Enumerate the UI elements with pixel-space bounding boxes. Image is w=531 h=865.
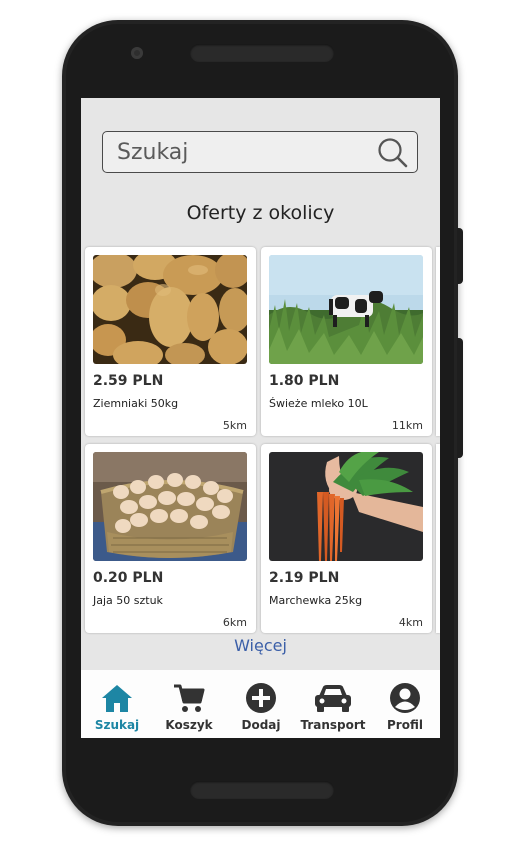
volume-button [457, 338, 463, 458]
potatoes-image [93, 255, 247, 364]
nav-item-add[interactable]: Dodaj [231, 670, 291, 738]
bottom-nav: Szukaj Koszyk Dodaj Transport Profil [81, 670, 440, 738]
search-placeholder: Szukaj [117, 140, 189, 165]
bottom-speaker [190, 781, 334, 799]
nav-item-profile[interactable]: Profil [375, 670, 435, 738]
offer-price: 0.20 PLN [93, 570, 164, 586]
nav-label: Szukaj [94, 718, 140, 732]
cow-in-field-image [269, 255, 423, 364]
offer-card[interactable]: 1.80 PLN Świeże mleko 10L 11km [261, 247, 432, 436]
offer-card[interactable]: 2.19 PLN Marchewka 25kg 4km [261, 444, 432, 633]
car-icon [315, 685, 351, 712]
nav-label: Transport [300, 718, 366, 732]
search-input[interactable]: Szukaj [102, 131, 418, 173]
offer-card[interactable]: 2.59 PLN Ziemniaki 50kg 5km [85, 247, 256, 436]
nav-label: Profil [387, 718, 423, 732]
offer-distance: 11km [391, 419, 423, 432]
nav-item-search[interactable]: Szukaj [87, 670, 147, 738]
offer-distance: 5km [222, 419, 247, 432]
more-link[interactable]: Więcej [81, 636, 440, 655]
app-screen: Szukaj Oferty z okolicy 2.59 PLN Ziemnia… [81, 98, 440, 738]
profile-icon [390, 683, 420, 713]
add-icon [246, 683, 276, 713]
offer-name: Jaja 50 sztuk [93, 594, 163, 607]
offer-name: Ziemniaki 50kg [93, 397, 179, 410]
nav-item-transport[interactable]: Transport [297, 670, 369, 738]
search-icon[interactable] [377, 137, 409, 169]
offer-name: Świeże mleko 10L [269, 397, 368, 410]
eggs-basket-image [93, 452, 247, 561]
carrots-image [269, 452, 423, 561]
offer-distance: 6km [222, 616, 247, 629]
nav-label: Koszyk [165, 718, 213, 732]
offer-card[interactable]: 0.20 PLN Jaja 50 sztuk 6km [85, 444, 256, 633]
offer-name: Marchewka 25kg [269, 594, 363, 607]
home-icon [102, 685, 132, 712]
next-card-edge [436, 444, 440, 633]
offer-price: 1.80 PLN [269, 373, 340, 389]
offer-price: 2.59 PLN [93, 373, 164, 389]
offer-price: 2.19 PLN [269, 570, 340, 586]
front-camera [131, 47, 143, 59]
offer-distance: 4km [398, 616, 423, 629]
top-speaker [190, 44, 334, 62]
cart-icon [174, 684, 205, 712]
next-card-edge [436, 247, 440, 436]
section-title: Oferty z okolicy [186, 202, 335, 224]
nav-label: Dodaj [241, 718, 281, 732]
nav-item-cart[interactable]: Koszyk [159, 670, 219, 738]
power-button [457, 228, 463, 284]
